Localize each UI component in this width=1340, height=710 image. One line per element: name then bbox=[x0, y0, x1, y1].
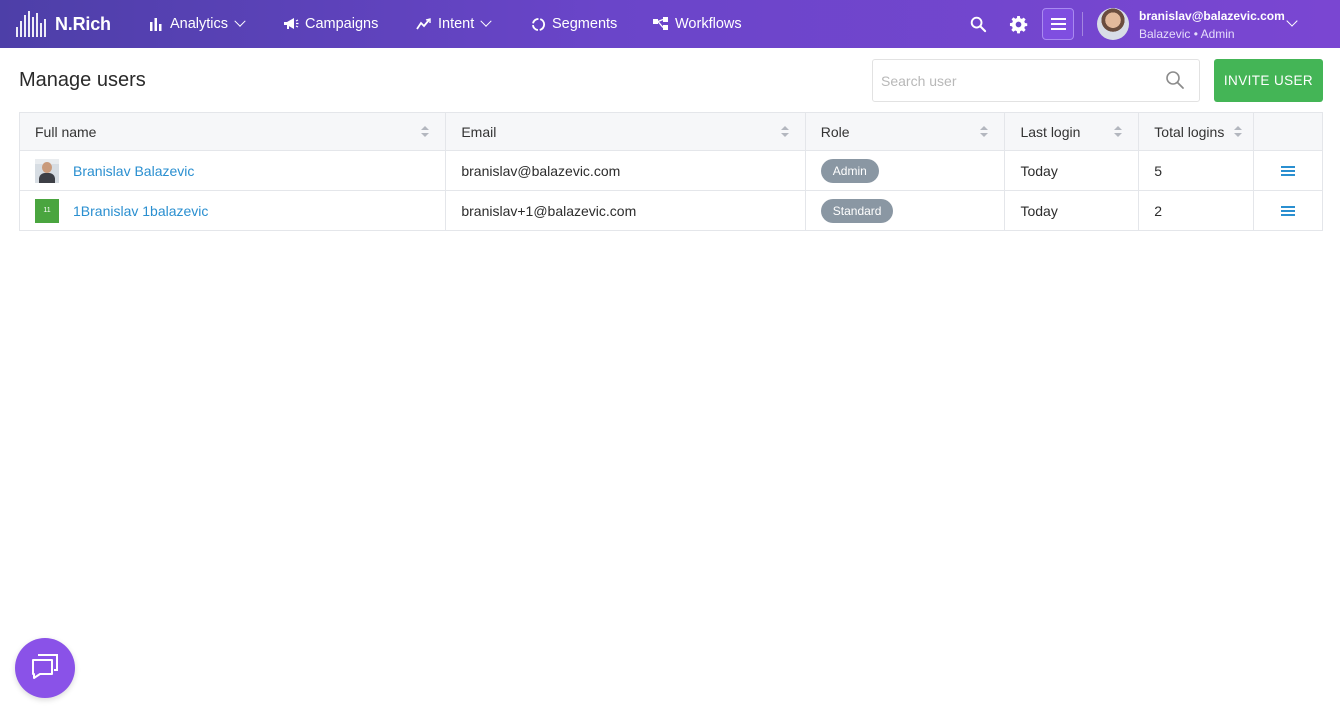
table-row: 11 1Branislav 1balazevic branislav+1@bal… bbox=[20, 191, 1322, 231]
navbar-divider bbox=[1082, 12, 1083, 36]
nav-campaigns[interactable]: Campaigns bbox=[283, 0, 378, 48]
last-login-cell: Today bbox=[1005, 151, 1140, 190]
logo-waveform-icon bbox=[16, 11, 46, 37]
column-header-label: Total logins bbox=[1154, 123, 1225, 140]
user-avatar[interactable] bbox=[1097, 8, 1129, 40]
sort-icon[interactable] bbox=[780, 126, 789, 138]
workflow-icon bbox=[653, 16, 669, 32]
column-header-actions bbox=[1254, 113, 1322, 150]
megaphone-icon bbox=[283, 16, 299, 32]
brand-logo[interactable]: N.Rich bbox=[16, 11, 136, 37]
brand-name: N.Rich bbox=[55, 13, 111, 34]
user-email[interactable]: branislav@balazevic.com bbox=[1139, 9, 1285, 23]
column-header-label: Full name bbox=[35, 123, 97, 140]
hamburger-menu-button[interactable] bbox=[1042, 8, 1074, 40]
column-header-label: Email bbox=[461, 123, 497, 140]
chat-button[interactable] bbox=[15, 638, 75, 698]
search-input[interactable] bbox=[873, 60, 1153, 101]
nav-intent[interactable]: Intent bbox=[416, 0, 492, 48]
column-header-email[interactable]: Email bbox=[446, 113, 806, 150]
search-user-box[interactable] bbox=[872, 59, 1200, 102]
circle-segments-icon bbox=[530, 16, 546, 32]
nav-segments-label: Segments bbox=[552, 16, 618, 32]
user-role-cell: Standard bbox=[806, 191, 1006, 230]
chevron-down-icon bbox=[234, 15, 246, 27]
nav-segments[interactable]: Segments bbox=[530, 0, 617, 48]
user-email-cell: branislav@balazevic.com bbox=[446, 151, 806, 190]
chevron-down-icon[interactable] bbox=[1286, 15, 1298, 27]
user-name-cell: Branislav Balazevic bbox=[20, 151, 447, 190]
chevron-down-icon bbox=[480, 15, 492, 27]
users-table: Full name Email Role Last login Total lo… bbox=[19, 112, 1323, 231]
row-actions-cell bbox=[1254, 191, 1322, 230]
sort-icon[interactable] bbox=[1114, 126, 1123, 138]
user-org-role: Balazevic • Admin bbox=[1139, 27, 1235, 41]
user-name-cell: 11 1Branislav 1balazevic bbox=[20, 191, 447, 230]
search-icon[interactable] bbox=[1165, 70, 1187, 92]
role-badge: Admin bbox=[820, 158, 879, 183]
row-menu-icon[interactable] bbox=[1281, 205, 1296, 216]
page-title: Manage users bbox=[19, 69, 146, 91]
nav-analytics-label: Analytics bbox=[170, 16, 229, 32]
top-navbar: N.Rich Analytics Campaigns Intent Segmen… bbox=[0, 0, 1340, 48]
column-header-label: Role bbox=[820, 123, 850, 140]
column-header-label: Last login bbox=[1020, 123, 1081, 140]
gear-icon[interactable] bbox=[1006, 12, 1030, 36]
avatar-initials: 11 bbox=[35, 198, 59, 223]
chat-icon bbox=[30, 652, 60, 685]
avatar bbox=[35, 158, 59, 183]
user-email-cell: branislav+1@balazevic.com bbox=[446, 191, 806, 230]
column-header-full-name[interactable]: Full name bbox=[20, 113, 447, 150]
nav-workflows[interactable]: Workflows bbox=[653, 0, 742, 48]
nav-workflows-label: Workflows bbox=[675, 16, 742, 32]
trend-line-icon bbox=[416, 16, 432, 32]
column-header-role[interactable]: Role bbox=[806, 113, 1006, 150]
nav-analytics[interactable]: Analytics bbox=[148, 0, 246, 48]
last-login-cell: Today bbox=[1005, 191, 1140, 230]
table-row: Branislav Balazevic branislav@balazevic.… bbox=[20, 151, 1322, 191]
column-header-total-logins[interactable]: Total logins bbox=[1139, 113, 1255, 150]
sort-icon[interactable] bbox=[421, 126, 430, 138]
row-actions-cell bbox=[1254, 151, 1322, 190]
nav-intent-label: Intent bbox=[438, 16, 475, 32]
role-badge: Standard bbox=[820, 198, 894, 223]
total-logins-cell: 5 bbox=[1139, 151, 1255, 190]
sort-icon[interactable] bbox=[1234, 126, 1243, 138]
row-menu-icon[interactable] bbox=[1281, 165, 1296, 176]
user-role-cell: Admin bbox=[806, 151, 1006, 190]
user-name-link[interactable]: Branislav Balazevic bbox=[73, 163, 194, 179]
table-header-row: Full name Email Role Last login Total lo… bbox=[20, 113, 1322, 151]
hamburger-icon bbox=[1050, 18, 1066, 20]
nav-campaigns-label: Campaigns bbox=[305, 16, 379, 32]
column-header-last-login[interactable]: Last login bbox=[1005, 113, 1140, 150]
bar-chart-icon bbox=[148, 16, 164, 32]
sort-icon[interactable] bbox=[980, 126, 989, 138]
invite-user-button[interactable]: INVITE USER bbox=[1214, 59, 1323, 102]
user-name-link[interactable]: 1Branislav 1balazevic bbox=[73, 203, 208, 219]
search-icon[interactable] bbox=[966, 12, 990, 36]
total-logins-cell: 2 bbox=[1139, 191, 1255, 230]
